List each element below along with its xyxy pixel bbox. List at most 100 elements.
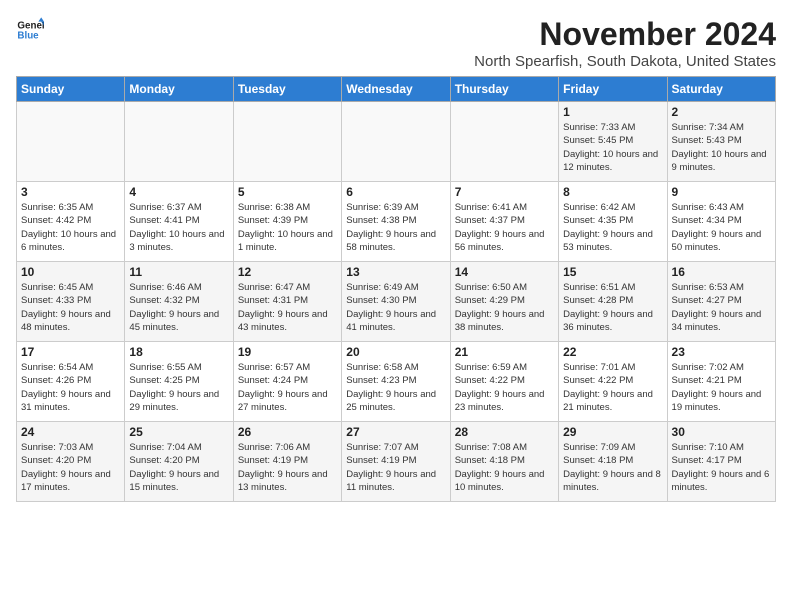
calendar-cell: 30 Sunrise: 7:10 AM Sunset: 4:17 PM Dayli… bbox=[667, 422, 775, 502]
day-number: 2 bbox=[672, 105, 771, 119]
day-number: 7 bbox=[455, 185, 554, 199]
day-number: 9 bbox=[672, 185, 771, 199]
calendar-cell: 14 Sunrise: 6:50 AM Sunset: 4:29 PM Dayli… bbox=[450, 262, 558, 342]
day-number: 29 bbox=[563, 425, 662, 439]
cell-info: Sunrise: 6:49 AM Sunset: 4:30 PM Dayligh… bbox=[346, 281, 445, 334]
day-number: 10 bbox=[21, 265, 120, 279]
day-number: 6 bbox=[346, 185, 445, 199]
day-number: 3 bbox=[21, 185, 120, 199]
cell-info: Sunrise: 6:58 AM Sunset: 4:23 PM Dayligh… bbox=[346, 361, 445, 414]
day-number: 5 bbox=[238, 185, 337, 199]
day-number: 26 bbox=[238, 425, 337, 439]
day-number: 30 bbox=[672, 425, 771, 439]
calendar-cell: 1Sunrise: 7:33 AM Sunset: 5:45 PM Daylig… bbox=[559, 102, 667, 182]
calendar-cell: 10Sunrise: 6:45 AM Sunset: 4:33 PM Dayli… bbox=[17, 262, 125, 342]
calendar-cell: 17Sunrise: 6:54 AM Sunset: 4:26 PM Dayli… bbox=[17, 342, 125, 422]
cell-info: Sunrise: 6:50 AM Sunset: 4:29 PM Dayligh… bbox=[455, 281, 554, 334]
day-number: 12 bbox=[238, 265, 337, 279]
calendar-day-header: Monday bbox=[125, 77, 233, 102]
cell-info: Sunrise: 7:07 AM Sunset: 4:19 PM Dayligh… bbox=[346, 441, 445, 494]
calendar-header-row: SundayMondayTuesdayWednesdayThursdayFrid… bbox=[17, 77, 776, 102]
logo-icon: General Blue bbox=[16, 16, 44, 44]
calendar-day-header: Sunday bbox=[17, 77, 125, 102]
cell-info: Sunrise: 6:55 AM Sunset: 4:25 PM Dayligh… bbox=[129, 361, 228, 414]
calendar-cell: 24 Sunrise: 7:03 AM Sunset: 4:20 PM Dayli… bbox=[17, 422, 125, 502]
cell-info: Sunrise: 6:53 AM Sunset: 4:27 PM Dayligh… bbox=[672, 281, 771, 334]
day-number: 23 bbox=[672, 345, 771, 359]
calendar-cell: 16 Sunrise: 6:53 AM Sunset: 4:27 PM Dayli… bbox=[667, 262, 775, 342]
cell-info: Sunrise: 7:01 AM Sunset: 4:22 PM Dayligh… bbox=[563, 361, 662, 414]
cell-info: Sunrise: 7:04 AM Sunset: 4:20 PM Dayligh… bbox=[129, 441, 228, 494]
day-number: 4 bbox=[129, 185, 228, 199]
calendar-cell: 2 Sunrise: 7:34 AM Sunset: 5:43 PM Daylig… bbox=[667, 102, 775, 182]
calendar-cell: 22 Sunrise: 7:01 AM Sunset: 4:22 PM Dayli… bbox=[559, 342, 667, 422]
cell-info: Sunrise: 7:06 AM Sunset: 4:19 PM Dayligh… bbox=[238, 441, 337, 494]
day-number: 15 bbox=[563, 265, 662, 279]
calendar-day-header: Wednesday bbox=[342, 77, 450, 102]
calendar-cell: 28Sunrise: 7:08 AM Sunset: 4:18 PM Dayli… bbox=[450, 422, 558, 502]
calendar-cell: 3 Sunrise: 6:35 AM Sunset: 4:42 PM Daylig… bbox=[17, 182, 125, 262]
calendar-cell: 18 Sunrise: 6:55 AM Sunset: 4:25 PM Dayli… bbox=[125, 342, 233, 422]
cell-info: Sunrise: 7:10 AM Sunset: 4:17 PM Dayligh… bbox=[672, 441, 771, 494]
calendar-cell: 5Sunrise: 6:38 AM Sunset: 4:39 PM Daylig… bbox=[233, 182, 341, 262]
calendar-cell: 19 Sunrise: 6:57 AM Sunset: 4:24 PM Dayli… bbox=[233, 342, 341, 422]
cell-info: Sunrise: 7:34 AM Sunset: 5:43 PM Dayligh… bbox=[672, 121, 771, 174]
cell-info: Sunrise: 6:42 AM Sunset: 4:35 PM Dayligh… bbox=[563, 201, 662, 254]
day-number: 14 bbox=[455, 265, 554, 279]
calendar-cell: 29 Sunrise: 7:09 AM Sunset: 4:18 PM Dayli… bbox=[559, 422, 667, 502]
day-number: 18 bbox=[129, 345, 228, 359]
location: North Spearfish, South Dakota, United St… bbox=[474, 53, 776, 70]
calendar-week-row: 17Sunrise: 6:54 AM Sunset: 4:26 PM Dayli… bbox=[17, 342, 776, 422]
calendar-cell bbox=[233, 102, 341, 182]
day-number: 28 bbox=[455, 425, 554, 439]
calendar-cell: 26 Sunrise: 7:06 AM Sunset: 4:19 PM Dayli… bbox=[233, 422, 341, 502]
calendar-cell: 4 Sunrise: 6:37 AM Sunset: 4:41 PM Daylig… bbox=[125, 182, 233, 262]
calendar-cell: 8 Sunrise: 6:42 AM Sunset: 4:35 PM Daylig… bbox=[559, 182, 667, 262]
day-number: 27 bbox=[346, 425, 445, 439]
calendar-cell: 11 Sunrise: 6:46 AM Sunset: 4:32 PM Dayli… bbox=[125, 262, 233, 342]
calendar-cell: 9Sunrise: 6:43 AM Sunset: 4:34 PM Daylig… bbox=[667, 182, 775, 262]
cell-info: Sunrise: 6:57 AM Sunset: 4:24 PM Dayligh… bbox=[238, 361, 337, 414]
calendar-week-row: 24 Sunrise: 7:03 AM Sunset: 4:20 PM Dayli… bbox=[17, 422, 776, 502]
cell-info: Sunrise: 7:03 AM Sunset: 4:20 PM Dayligh… bbox=[21, 441, 120, 494]
day-number: 21 bbox=[455, 345, 554, 359]
day-number: 8 bbox=[563, 185, 662, 199]
calendar-cell: 23Sunrise: 7:02 AM Sunset: 4:21 PM Dayli… bbox=[667, 342, 775, 422]
calendar-cell: 12Sunrise: 6:47 AM Sunset: 4:31 PM Dayli… bbox=[233, 262, 341, 342]
cell-info: Sunrise: 6:35 AM Sunset: 4:42 PM Dayligh… bbox=[21, 201, 120, 254]
cell-info: Sunrise: 6:59 AM Sunset: 4:22 PM Dayligh… bbox=[455, 361, 554, 414]
day-number: 19 bbox=[238, 345, 337, 359]
day-number: 22 bbox=[563, 345, 662, 359]
calendar-day-header: Thursday bbox=[450, 77, 558, 102]
calendar-cell bbox=[342, 102, 450, 182]
calendar-cell: 6 Sunrise: 6:39 AM Sunset: 4:38 PM Daylig… bbox=[342, 182, 450, 262]
cell-info: Sunrise: 6:39 AM Sunset: 4:38 PM Dayligh… bbox=[346, 201, 445, 254]
calendar-body: 1Sunrise: 7:33 AM Sunset: 5:45 PM Daylig… bbox=[17, 102, 776, 502]
month-title: November 2024 bbox=[474, 16, 776, 53]
day-number: 11 bbox=[129, 265, 228, 279]
cell-info: Sunrise: 6:51 AM Sunset: 4:28 PM Dayligh… bbox=[563, 281, 662, 334]
day-number: 16 bbox=[672, 265, 771, 279]
calendar-cell: 7 Sunrise: 6:41 AM Sunset: 4:37 PM Daylig… bbox=[450, 182, 558, 262]
calendar-week-row: 1Sunrise: 7:33 AM Sunset: 5:45 PM Daylig… bbox=[17, 102, 776, 182]
cell-info: Sunrise: 6:41 AM Sunset: 4:37 PM Dayligh… bbox=[455, 201, 554, 254]
calendar-day-header: Tuesday bbox=[233, 77, 341, 102]
svg-text:Blue: Blue bbox=[17, 30, 39, 41]
cell-info: Sunrise: 7:33 AM Sunset: 5:45 PM Dayligh… bbox=[563, 121, 662, 174]
calendar-cell bbox=[450, 102, 558, 182]
calendar-week-row: 10Sunrise: 6:45 AM Sunset: 4:33 PM Dayli… bbox=[17, 262, 776, 342]
day-number: 13 bbox=[346, 265, 445, 279]
calendar-day-header: Saturday bbox=[667, 77, 775, 102]
day-number: 24 bbox=[21, 425, 120, 439]
cell-info: Sunrise: 6:46 AM Sunset: 4:32 PM Dayligh… bbox=[129, 281, 228, 334]
calendar-cell: 21 Sunrise: 6:59 AM Sunset: 4:22 PM Dayli… bbox=[450, 342, 558, 422]
calendar-cell: 20Sunrise: 6:58 AM Sunset: 4:23 PM Dayli… bbox=[342, 342, 450, 422]
cell-info: Sunrise: 6:54 AM Sunset: 4:26 PM Dayligh… bbox=[21, 361, 120, 414]
logo: General Blue bbox=[16, 16, 44, 44]
cell-info: Sunrise: 6:37 AM Sunset: 4:41 PM Dayligh… bbox=[129, 201, 228, 254]
cell-info: Sunrise: 7:09 AM Sunset: 4:18 PM Dayligh… bbox=[563, 441, 662, 494]
day-number: 25 bbox=[129, 425, 228, 439]
calendar-day-header: Friday bbox=[559, 77, 667, 102]
calendar-cell bbox=[125, 102, 233, 182]
calendar-cell: 25 Sunrise: 7:04 AM Sunset: 4:20 PM Dayli… bbox=[125, 422, 233, 502]
